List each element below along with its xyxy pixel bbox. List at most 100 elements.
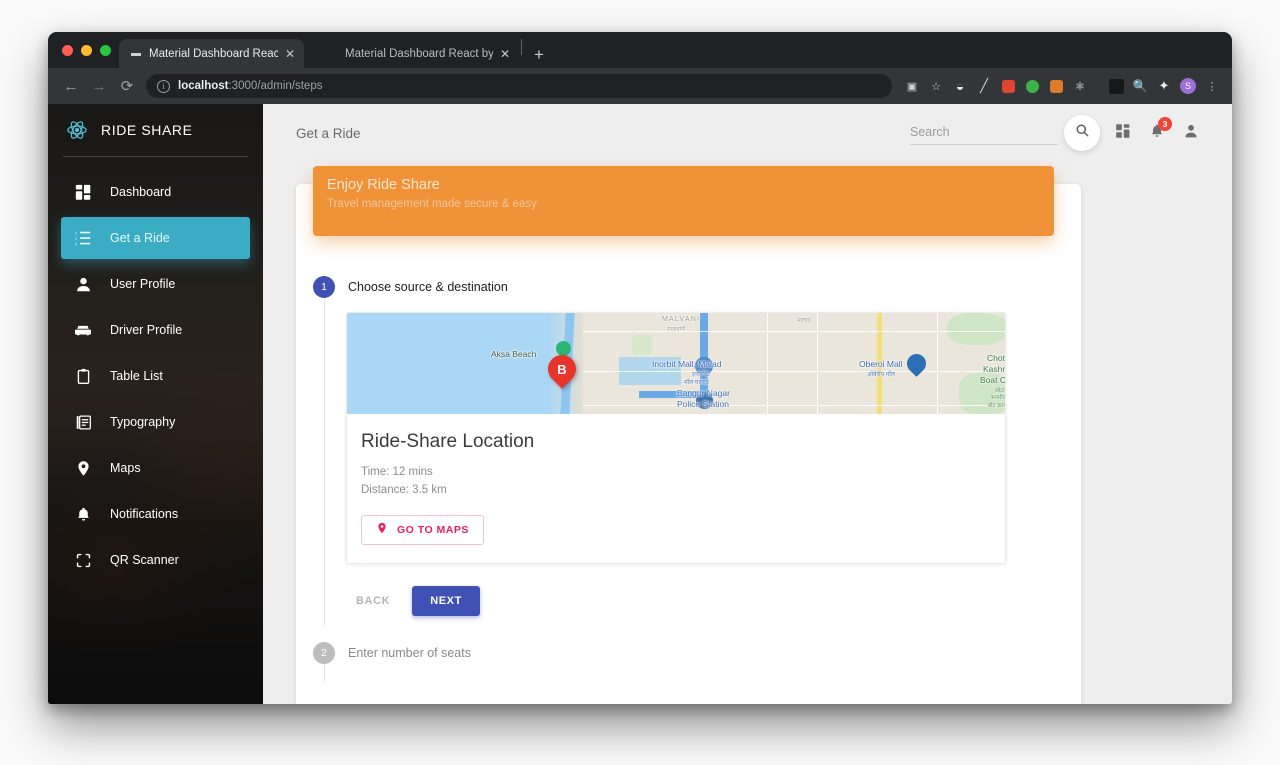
sidebar-item-driver-profile[interactable]: Driver Profile <box>61 309 250 351</box>
page-title: Get a Ride <box>296 125 361 141</box>
banner-subtitle: Travel management made secure & easy <box>327 198 537 210</box>
map-pin-icon <box>376 522 388 537</box>
svg-text:2: 2 <box>75 236 77 240</box>
svg-text:3: 3 <box>75 242 77 246</box>
video-camera-icon[interactable]: ▣ <box>902 76 922 96</box>
browser-window: ▬ Material Dashboard React by C ✕ Materi… <box>48 32 1232 704</box>
banner-title: Enjoy Ride Share <box>327 177 440 193</box>
eyedropper-icon[interactable]: ╱ <box>974 76 994 96</box>
terminal-icon[interactable] <box>1106 76 1126 96</box>
ride-card-body: Ride-Share Location Time: 12 mins Distan… <box>347 414 1005 563</box>
search-button[interactable] <box>1064 115 1100 151</box>
page-viewport: RIDE SHARE Dashboard 1 2 3 Get a Ride Us… <box>48 104 1232 704</box>
back-navigation-icon[interactable]: ← <box>58 73 84 99</box>
tab-favicon-icon: ▬ <box>131 47 141 59</box>
forward-navigation-icon[interactable]: → <box>86 73 112 99</box>
search-input[interactable] <box>910 121 1058 145</box>
map-road <box>817 313 819 414</box>
magnifier-extension-icon[interactable]: 🔍 <box>1130 76 1150 96</box>
browser-toolbar: ← → ⟳ i localhost:3000/admin/steps ▣ ☆ ◒… <box>48 68 1232 104</box>
url-host: localhost <box>178 80 229 92</box>
site-info-icon[interactable]: i <box>157 79 170 93</box>
sidebar-item-label: Dashboard <box>110 185 172 199</box>
map-water <box>347 313 557 414</box>
sidebar-item-maps[interactable]: Maps <box>61 447 250 489</box>
bug-extension-icon[interactable]: ✱ <box>1070 76 1090 96</box>
account-button[interactable] <box>1174 116 1208 150</box>
puzzle-extension-icon[interactable]: ✦ <box>1154 76 1174 96</box>
sidebar-item-user-profile[interactable]: User Profile <box>61 263 250 305</box>
next-button[interactable]: NEXT <box>412 585 480 616</box>
map-marker-b: B <box>542 349 582 393</box>
step-label: Choose source & destination <box>348 280 508 294</box>
stepper-step-1: 1 Choose source & destination B Aksa Bea… <box>313 276 1058 626</box>
sidebar-item-dashboard[interactable]: Dashboard <box>61 171 250 213</box>
sidebar-item-label: Maps <box>110 461 141 475</box>
reload-icon[interactable]: ⟳ <box>114 73 140 99</box>
sidebar-item-label: Notifications <box>110 507 179 521</box>
browser-tab-1[interactable]: ▬ Material Dashboard React by C ✕ <box>119 39 304 68</box>
map-road-yellow <box>877 313 882 414</box>
apps-grid-button[interactable] <box>1106 116 1140 150</box>
green-status-dot-icon[interactable] <box>1022 76 1042 96</box>
sidebar-item-get-a-ride[interactable]: 1 2 3 Get a Ride <box>61 217 250 259</box>
step-label: Enter number of seats <box>348 645 471 660</box>
profile-avatar[interactable]: S <box>1178 76 1198 96</box>
red-extension-icon[interactable] <box>998 76 1018 96</box>
sidebar-item-label: QR Scanner <box>110 553 179 567</box>
map-marker-letter: B <box>557 361 567 377</box>
contrast-circle-icon[interactable]: ◒ <box>950 76 970 96</box>
map-road <box>937 313 939 414</box>
sidebar-item-notifications[interactable]: Notifications <box>61 493 250 535</box>
new-tab-button[interactable]: + <box>524 46 554 68</box>
step-content: B Aksa Beach MALVANI मालवणी मालाड Inorbit Ma… <box>324 298 1058 626</box>
close-window-button[interactable] <box>62 44 73 56</box>
app-topbar: Get a Ride Search 3 <box>263 104 1232 162</box>
search-field-wrapper <box>910 121 1058 145</box>
maximize-window-button[interactable] <box>100 44 111 56</box>
minimize-window-button[interactable] <box>81 44 92 56</box>
react-atom-icon <box>66 119 88 141</box>
sidebar-item-qr-scanner[interactable]: QR Scanner <box>61 539 250 581</box>
notification-badge: 3 <box>1158 117 1172 131</box>
tab-close-icon[interactable]: ✕ <box>285 48 295 60</box>
tab-title: Material Dashboard React by C <box>345 47 493 60</box>
notifications-button[interactable]: 3 <box>1140 116 1174 150</box>
sidebar-item-typography[interactable]: Typography <box>61 401 250 443</box>
dashboard-grid-icon <box>73 182 93 202</box>
map-road <box>583 405 1005 407</box>
chrome-menu-icon[interactable]: ⋮ <box>1202 76 1222 96</box>
svg-text:1: 1 <box>75 231 77 235</box>
go-to-maps-button[interactable]: GO TO MAPS <box>361 514 484 545</box>
map-road <box>583 331 1005 333</box>
bookmark-star-icon[interactable]: ☆ <box>926 76 946 96</box>
tab-title: Material Dashboard React by C <box>149 47 278 60</box>
stepper-step-2: 2 Enter number of seats <box>313 641 1058 682</box>
person-icon <box>73 274 93 294</box>
step-header[interactable]: 2 Enter number of seats <box>313 641 1058 664</box>
ride-time: Time: 12 mins <box>361 466 433 478</box>
ride-distance: Distance: 3.5 km <box>361 483 447 496</box>
brand-logo[interactable]: RIDE SHARE <box>48 104 263 156</box>
map-pin-icon <box>73 458 93 478</box>
sidebar-item-label: Get a Ride <box>110 231 170 245</box>
fox-extension-icon[interactable] <box>1046 76 1066 96</box>
address-bar[interactable]: i localhost:3000/admin/steps <box>146 74 892 98</box>
map-preview[interactable]: B Aksa Beach MALVANI मालवणी मालाड Inorbit Ma… <box>347 313 1005 414</box>
sidebar-item-label: Typography <box>110 415 176 429</box>
browser-tab-2[interactable]: Material Dashboard React by C ✕ <box>334 39 519 68</box>
car-icon <box>73 320 93 340</box>
sidebar-item-label: User Profile <box>110 277 176 291</box>
apps-grid-icon <box>1115 123 1131 144</box>
tab-close-icon[interactable]: ✕ <box>500 48 510 60</box>
url-path: :3000/admin/steps <box>228 80 323 92</box>
step-header[interactable]: 1 Choose source & destination <box>313 276 1058 298</box>
back-button[interactable]: BACK <box>346 587 400 615</box>
sidebar-item-table-list[interactable]: Table List <box>61 355 250 397</box>
step-number-badge: 2 <box>313 641 335 664</box>
go-to-maps-label: GO TO MAPS <box>397 523 469 536</box>
stepper: 1 Choose source & destination B Aksa Bea… <box>313 276 1058 682</box>
qr-scan-icon <box>73 550 93 570</box>
map-road <box>767 313 769 414</box>
step-number-badge: 1 <box>313 276 335 298</box>
